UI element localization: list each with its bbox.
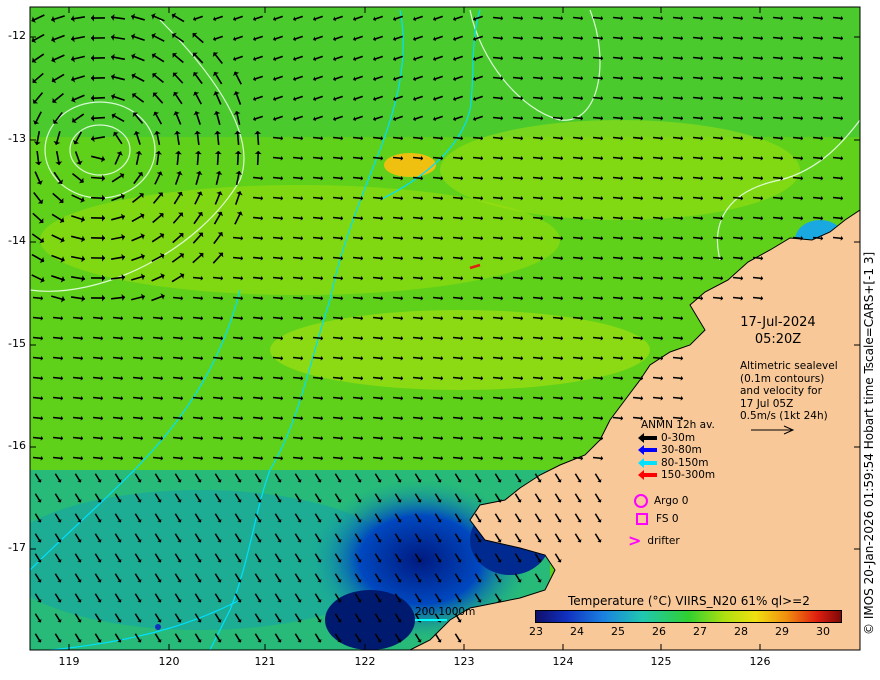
argo-legend-label: Argo 0 (654, 495, 689, 507)
altimetry-note-line: and velocity for (740, 385, 822, 397)
lon-tick-label: 122 (354, 655, 376, 668)
colorbar-tick: 24 (570, 625, 584, 638)
lat-tick-label: -17 (8, 541, 26, 554)
map-date: 17-Jul-2024 (740, 315, 816, 330)
warm-spot (384, 153, 436, 177)
anmn-legend-title: ANMN 12h av. (641, 419, 715, 431)
arrow-left-icon (638, 470, 657, 481)
lat-tick-label: -14 (8, 234, 26, 247)
colorbar-tick: 29 (775, 625, 789, 638)
imos-credit: © IMOS 20-Jan-2026 01:59:54 Hobart time … (862, 251, 876, 635)
altimetry-note-line: 0.5m/s (1kt 24h) (740, 410, 828, 422)
isobath-legend-label: 200 1000m (415, 606, 476, 618)
colorbar-tick: 27 (693, 625, 707, 638)
anmn-depth-label: 150-300m (661, 469, 716, 481)
lon-tick-label: 121 (254, 655, 276, 668)
anmn-depth-label: 0-30m (661, 431, 696, 444)
lat-tick-label: -15 (8, 337, 26, 350)
argo-circle-icon (634, 494, 648, 508)
velocity-scale-arrow (751, 425, 795, 434)
drifter-chevron-icon: > (628, 531, 642, 550)
altimetry-note-line: Altimetric sealevel (740, 360, 838, 372)
colorbar-title: Temperature (°C) VIIRS_N20 61% ql>=2 (568, 594, 810, 608)
anmn-legend-row: 0-30m (638, 431, 715, 445)
anmn-depth-label: 30-80m (661, 444, 702, 456)
arrow-left-icon (638, 457, 657, 468)
colorbar-tick: 23 (529, 625, 543, 638)
colorbar-tick: 25 (611, 625, 625, 638)
colorbar-tick: 26 (652, 625, 666, 638)
argo-legend: Argo 0 (634, 494, 688, 508)
map-datetime: 17-Jul-2024 05:20Z (728, 314, 828, 348)
isobath-legend-line (415, 619, 447, 621)
drifter-marker (155, 624, 161, 630)
altimetry-note-line: 17 Jul 05Z (740, 397, 794, 410)
arrow-left-icon (638, 432, 657, 443)
arrow-left-icon (638, 445, 657, 456)
drifter-legend: > drifter (628, 531, 680, 550)
colorbar (535, 610, 842, 623)
lon-tick-label: 123 (453, 655, 475, 668)
fs-legend: FS 0 (636, 513, 679, 525)
altimetry-note: Altimetric sealevel (0.1m contours) and … (740, 360, 838, 435)
fs-legend-label: FS 0 (656, 513, 679, 525)
lon-tick-label: 125 (650, 655, 672, 668)
anmn-legend-row: 80-150m (638, 456, 715, 470)
anmn-depth-label: 80-150m (661, 456, 709, 469)
lon-tick-label: 126 (749, 655, 771, 668)
warm-water-patch (440, 120, 800, 220)
lat-tick-label: -16 (8, 439, 26, 452)
lon-tick-label: 124 (552, 655, 574, 668)
drifter-legend-label: drifter (647, 534, 680, 547)
colorbar-tick: 28 (734, 625, 748, 638)
anmn-legend: ANMN 12h av. 0-30m 30-80m 80-150m 150-30… (638, 419, 716, 482)
lon-tick-label: 120 (158, 655, 180, 668)
colorbar-tick: 30 (816, 625, 830, 638)
map-time: 05:20Z (754, 332, 802, 347)
anmn-legend-row: 150-300m (638, 469, 716, 482)
lat-tick-label: -13 (8, 132, 26, 145)
lon-tick-label: 119 (58, 655, 80, 668)
altimetry-note-line: (0.1m contours) (740, 372, 825, 385)
lat-tick-label: -12 (8, 29, 26, 42)
fs-square-icon (636, 513, 648, 525)
anmn-legend-row: 30-80m (638, 444, 715, 457)
